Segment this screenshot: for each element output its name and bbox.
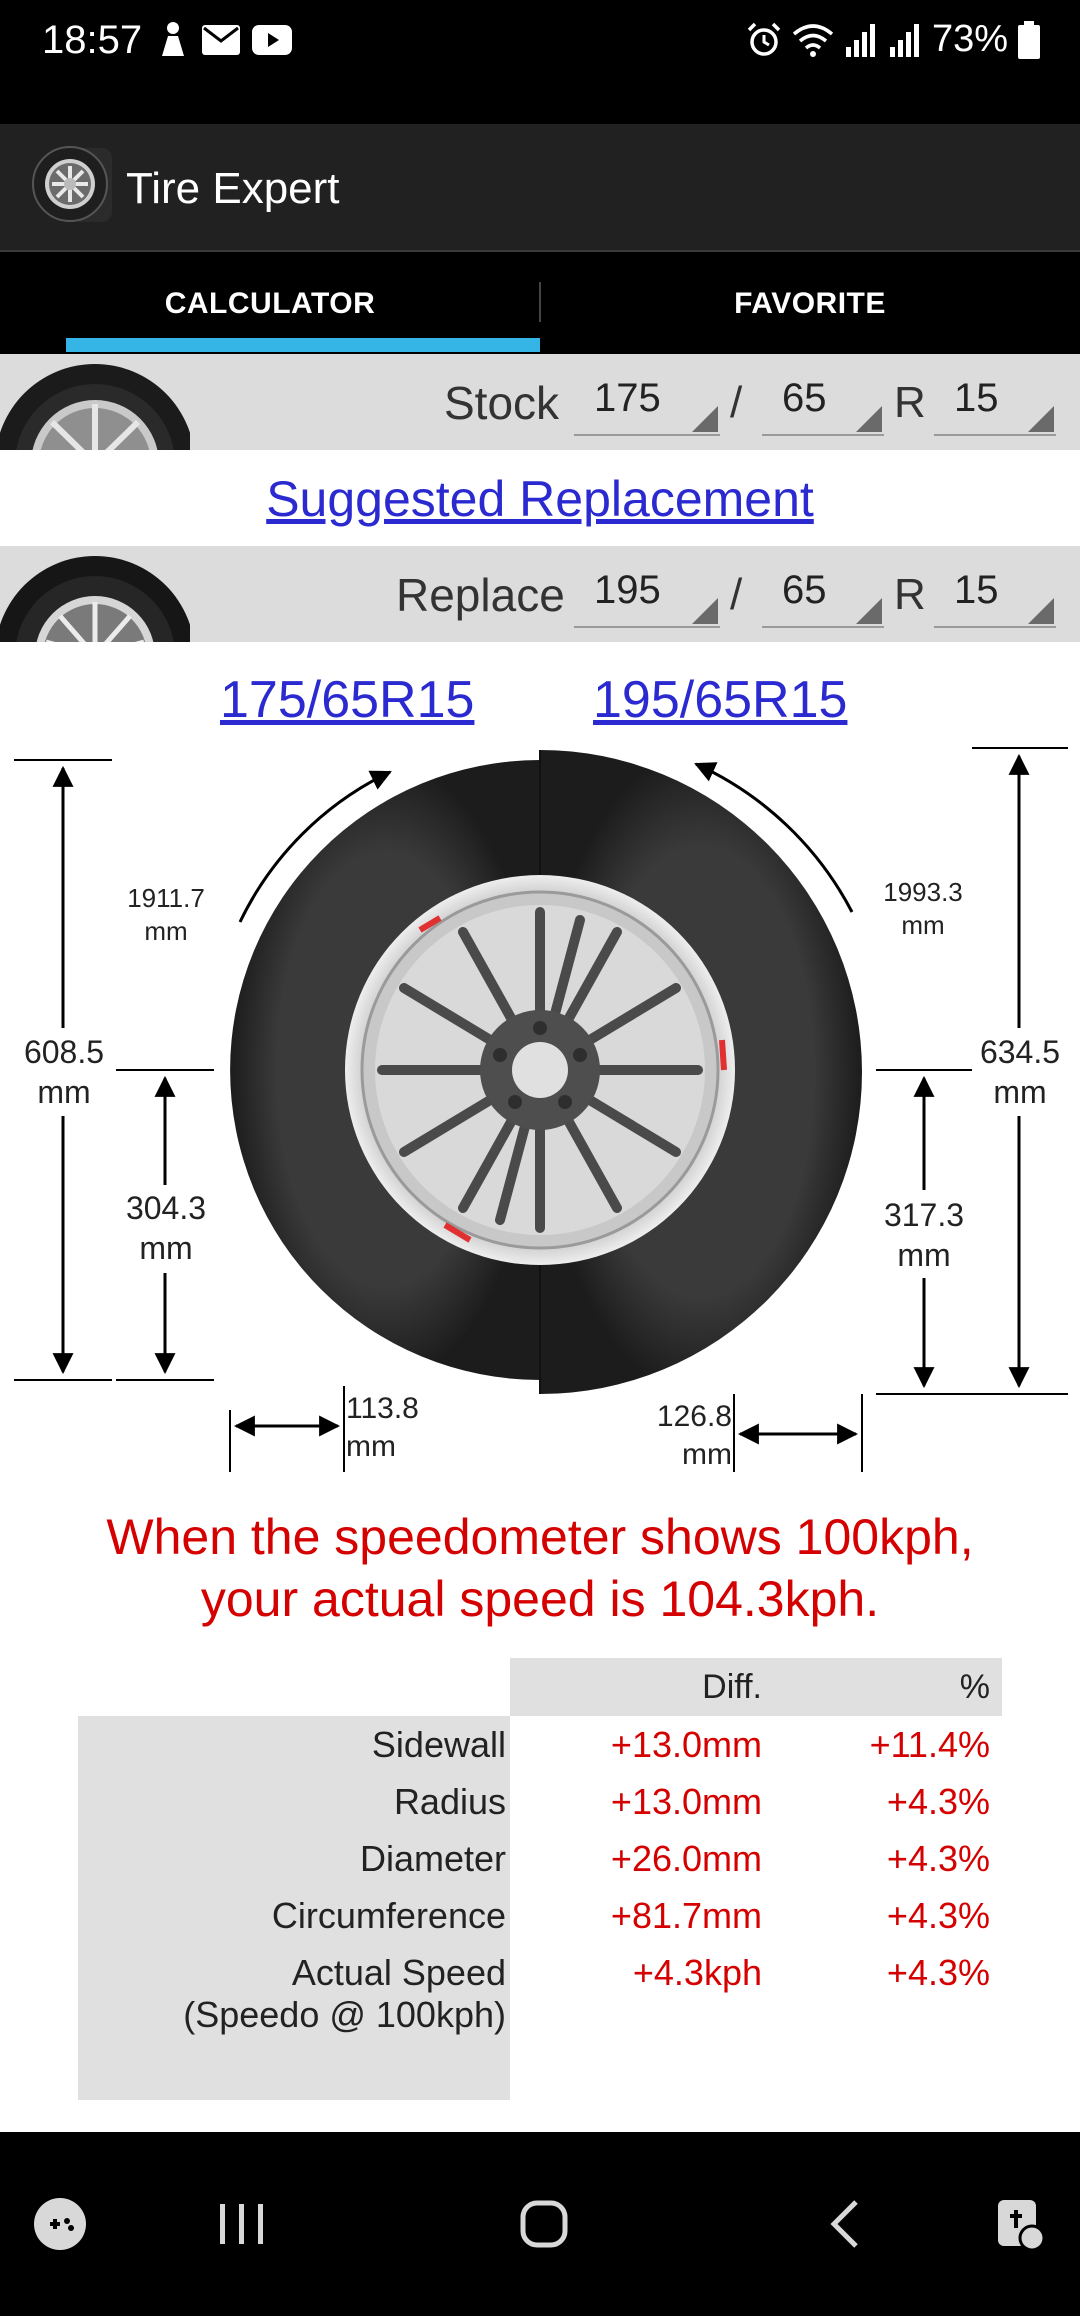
replace-aspect-select[interactable]: 65 (762, 560, 884, 628)
replace-radius-label: 317.3 mm (883, 1197, 965, 1273)
tire-diagram-graphic (14, 747, 1070, 1472)
app-logo-icon (32, 146, 112, 222)
row-percent: +4.3% (886, 1952, 990, 1993)
replace-slash: / (730, 570, 743, 619)
replace-aspect-value: 65 (782, 568, 827, 612)
row-sublabel: (Speedo @ 100kph) (183, 1994, 506, 2035)
stock-diameter-label: 608.5 mm (23, 1034, 105, 1110)
app-title: Tire Expert (126, 164, 340, 213)
table-row-radius: Radius +13.0mm +4.3% (78, 1773, 1002, 1830)
stock-radius-label: 304.3 mm (125, 1190, 207, 1266)
stock-aspect-value: 65 (782, 376, 827, 420)
mail-icon (202, 25, 240, 55)
tab-divider (539, 282, 541, 322)
assistant-button[interactable] (978, 2182, 1062, 2266)
row-label: Sidewall (371, 1724, 506, 1765)
replace-width-value: 195 (594, 568, 661, 612)
stock-rim-select[interactable]: 15 (934, 368, 1056, 436)
row-label: Circumference (271, 1895, 506, 1936)
replace-size-row: Replace 195 / 65 R 15 (0, 546, 1080, 642)
replace-sidewall-label: 126.8 mm (656, 1400, 732, 1471)
back-icon (830, 2200, 858, 2248)
replace-r-label: R (894, 570, 926, 619)
speedometer-message-line1: When the speedometer shows 100kph, (106, 1509, 974, 1565)
navigation-bar (0, 2132, 1080, 2316)
speedometer-message: When the speedometer shows 100kph, your … (40, 1506, 1040, 1630)
stock-aspect-select[interactable]: 65 (762, 368, 884, 436)
suggested-replacement-link[interactable]: Suggested Replacement (0, 470, 1080, 528)
replace-label: Replace (396, 569, 565, 621)
recent-apps-button[interactable] (200, 2182, 284, 2266)
stock-tire-thumbnail (0, 364, 190, 450)
stock-size-row: Stock 175 / 65 R 15 (0, 354, 1080, 450)
notification-person-icon (162, 22, 184, 56)
replace-circumference-label: 1993.3 mm (883, 877, 963, 940)
tire-comparison-diagram: 175/65R15 195/65R15 1911.7 mm 1993.3 mm … (0, 650, 1080, 1490)
signal-icon (845, 23, 875, 57)
replace-width-select[interactable]: 195 (574, 560, 720, 628)
back-button[interactable] (804, 2182, 888, 2266)
game-launcher-button[interactable] (18, 2182, 102, 2266)
signal-2-icon (889, 23, 919, 57)
stock-label: Stock (444, 377, 560, 429)
tab-favorite[interactable]: FAVORITE (540, 252, 1080, 356)
rim-wheel (345, 875, 735, 1265)
status-time: 18:57 (42, 18, 143, 62)
header-percent: % (959, 1668, 990, 1706)
recent-apps-icon (220, 2204, 263, 2244)
header-diff: Diff. (702, 1668, 762, 1706)
row-percent: +4.3% (886, 1781, 990, 1822)
stock-r-label: R (894, 378, 926, 427)
row-diff: +4.3kph (632, 1952, 762, 1993)
row-percent: +4.3% (886, 1895, 990, 1936)
home-button[interactable] (502, 2182, 586, 2266)
app-bar: Tire Expert (0, 124, 1080, 252)
speedometer-message-line2: your actual speed is 104.3kph. (200, 1571, 880, 1627)
row-percent: +4.3% (886, 1838, 990, 1879)
row-label: Actual Speed (291, 1952, 506, 1993)
row-label: Diameter (359, 1838, 506, 1879)
youtube-icon (252, 25, 292, 55)
status-notification-icons (156, 20, 292, 60)
replace-rim-value: 15 (954, 568, 999, 612)
stock-rim-value: 15 (954, 376, 999, 420)
table-row-actual-speed: Actual Speed (Speedo @ 100kph) +4.3kph +… (78, 1944, 1002, 2054)
status-bar: 18:57 73% (0, 0, 1080, 124)
row-diff: +81.7mm (610, 1895, 762, 1936)
tab-selected-indicator (66, 338, 540, 352)
home-icon (520, 2200, 568, 2248)
battery-icon (1018, 20, 1040, 59)
battery-percent: 73% (931, 18, 1008, 60)
wifi-icon (792, 23, 834, 57)
row-diff: +13.0mm (610, 1781, 762, 1822)
touch-assistant-icon (998, 2200, 1046, 2252)
row-diff: +13.0mm (610, 1724, 762, 1765)
replace-diameter-label: 634.5 mm (979, 1034, 1061, 1110)
alarm-icon (747, 22, 781, 56)
stock-slash: / (730, 378, 743, 427)
stock-width-value: 175 (594, 376, 661, 420)
game-controller-icon (34, 2198, 86, 2250)
stock-circumference-label: 1911.7 mm (127, 883, 205, 946)
row-label: Radius (393, 1781, 506, 1822)
table-row-sidewall: Sidewall +13.0mm +11.4% (78, 1716, 1002, 1773)
table-row-circumference: Circumference +81.7mm +4.3% (78, 1887, 1002, 1944)
stock-sidewall-label: 113.8 mm (346, 1392, 419, 1463)
table-row-diameter: Diameter +26.0mm +4.3% (78, 1830, 1002, 1887)
row-percent: +11.4% (869, 1724, 990, 1765)
replace-tire-thumbnail (0, 556, 190, 642)
status-right-icons: 73% (746, 18, 1040, 61)
stock-width-select[interactable]: 175 (574, 368, 720, 436)
replace-rim-select[interactable]: 15 (934, 560, 1056, 628)
row-diff: +26.0mm (610, 1838, 762, 1879)
